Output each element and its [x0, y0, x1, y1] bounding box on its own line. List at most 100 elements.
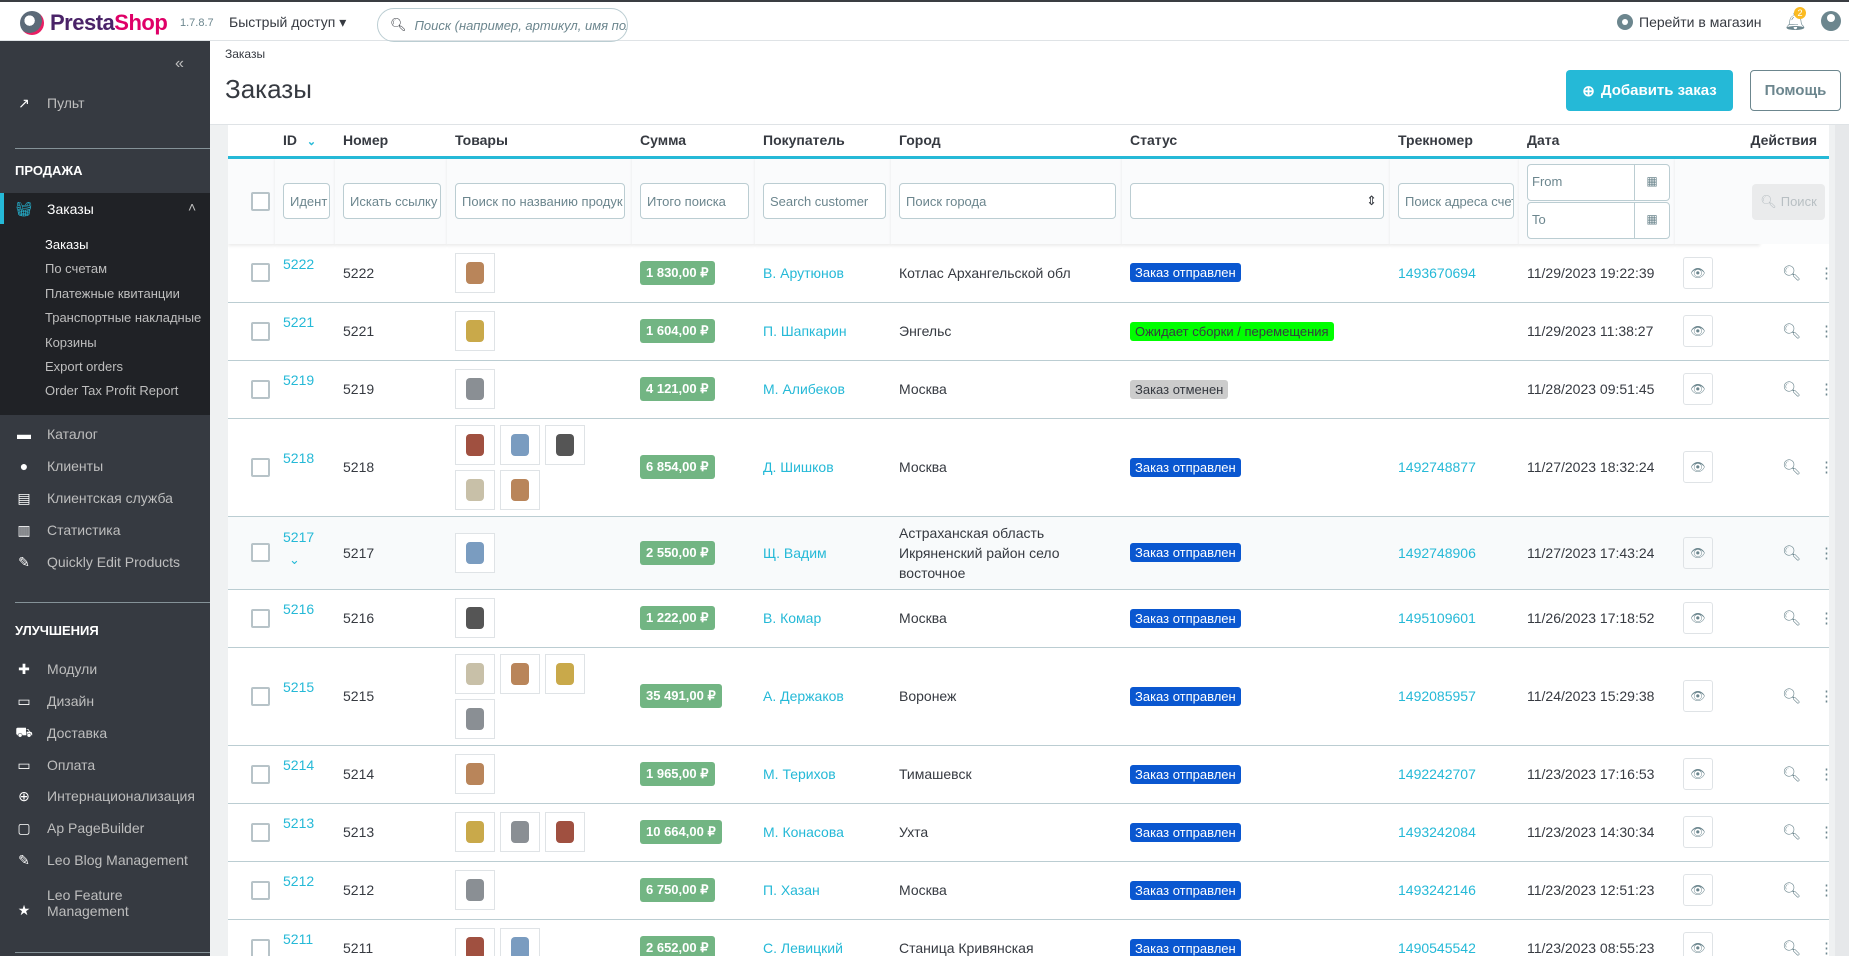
tracking-link[interactable]: 1492085957 [1398, 688, 1476, 704]
row-checkbox[interactable] [251, 457, 270, 477]
product-thumbnail[interactable] [500, 812, 540, 852]
sidebar-item-orders[interactable]: 🧺︎ Заказы [15, 198, 94, 220]
filter-tracking-input[interactable]: Поиск адреса счет [1398, 183, 1514, 220]
col-id[interactable]: ID ⌄ [275, 125, 335, 159]
customer-link[interactable]: А. Держаков [763, 688, 844, 704]
search-filter-button[interactable]: 🔍︎ Поиск [1752, 183, 1825, 220]
preview-button[interactable]: 👁︎ [1683, 315, 1713, 347]
product-thumbnail[interactable] [545, 424, 585, 465]
sidebar-item-stats[interactable]: ▥ Статистика [15, 519, 120, 541]
row-checkbox[interactable] [251, 321, 270, 341]
col-city[interactable]: Город [891, 125, 1122, 159]
select-all-checkbox[interactable] [251, 191, 270, 211]
filter-status-select[interactable]: ⇕ [1130, 183, 1384, 220]
product-thumbnail[interactable] [455, 653, 495, 694]
sidebar-item-quickly-edit-products[interactable]: ✎ Quickly Edit Products [15, 551, 180, 573]
more-vertical-icon[interactable]: ⋮ [1819, 322, 1829, 340]
view-zoom-icon[interactable]: 🔍︎ [1782, 609, 1801, 627]
order-id-link[interactable]: 5217 [283, 529, 335, 545]
customer-link[interactable]: М. Терихов [763, 766, 836, 782]
preview-button[interactable]: 👁︎ [1683, 932, 1713, 956]
product-thumbnail[interactable] [500, 653, 540, 694]
preview-button[interactable]: 👁︎ [1683, 373, 1713, 405]
tracking-link[interactable]: 1492748906 [1398, 545, 1476, 561]
filter-products-input[interactable]: Поиск по названию продук [455, 183, 625, 220]
tracking-link[interactable]: 1492748877 [1398, 459, 1476, 475]
table-row[interactable]: 5213 5213 10 664,00 ₽ М. Конасова Ухта З… [228, 803, 1829, 862]
row-checkbox[interactable] [251, 608, 270, 628]
status-badge[interactable]: Заказ отправлен [1130, 543, 1241, 562]
more-vertical-icon[interactable]: ⋮ [1819, 380, 1829, 398]
calendar-icon[interactable]: ▦ [1634, 202, 1669, 238]
view-zoom-icon[interactable]: 🔍︎ [1782, 765, 1801, 783]
more-vertical-icon[interactable]: ⋮ [1819, 687, 1829, 705]
row-checkbox[interactable] [251, 263, 270, 283]
row-checkbox[interactable] [251, 686, 270, 706]
tracking-link[interactable]: 1493242084 [1398, 824, 1476, 840]
product-thumbnail[interactable] [455, 928, 495, 956]
scrollbar[interactable] [1835, 125, 1849, 956]
filter-date-from[interactable]: From ▦ [1527, 163, 1670, 201]
sidebar-item-ap-pagebuilder[interactable]: ▢ Ap PageBuilder [15, 817, 144, 839]
col-date[interactable]: Дата [1519, 125, 1675, 159]
submenu-delivery-slips[interactable]: Транспортные накладные [45, 310, 201, 325]
quick-access-dropdown[interactable]: Быстрый доступ ▾ [229, 14, 346, 31]
product-thumbnail[interactable] [455, 754, 495, 794]
submenu-export-orders[interactable]: Export orders [45, 359, 123, 374]
customer-link[interactable]: П. Хазан [763, 882, 820, 898]
product-thumbnail[interactable] [455, 469, 495, 510]
add-order-button[interactable]: ⊕ Добавить заказ [1566, 70, 1733, 111]
product-thumbnail[interactable] [500, 928, 540, 956]
order-id-link[interactable]: 5215 [283, 679, 335, 695]
product-thumbnail[interactable] [455, 311, 495, 351]
status-badge[interactable]: Заказ отправлен [1130, 938, 1241, 956]
order-id-link[interactable]: 5214 [283, 757, 335, 773]
preview-button[interactable]: 👁︎ [1683, 874, 1713, 906]
sidebar-item-leo-blog[interactable]: ✎ Leo Blog Management [15, 849, 188, 871]
sidebar-item-catalog[interactable]: ▬ Каталог [15, 423, 98, 445]
calendar-icon[interactable]: ▦ [1634, 164, 1669, 200]
breadcrumb[interactable]: Заказы [225, 47, 265, 61]
view-zoom-icon[interactable]: 🔍︎ [1782, 264, 1801, 282]
user-avatar-icon[interactable] [1821, 11, 1841, 31]
preview-button[interactable]: 👁︎ [1683, 680, 1713, 712]
order-id-link[interactable]: 5213 [283, 815, 335, 831]
order-id-link[interactable]: 5218 [283, 450, 335, 466]
more-vertical-icon[interactable]: ⋮ [1819, 458, 1829, 476]
order-id-link[interactable]: 5219 [283, 372, 335, 388]
status-badge[interactable]: Заказ отправлен [1130, 608, 1241, 628]
view-zoom-icon[interactable]: 🔍︎ [1782, 939, 1801, 956]
sidebar-item-design[interactable]: ▭ Дизайн [15, 690, 94, 712]
col-customer[interactable]: Покупатель [755, 125, 891, 159]
customer-link[interactable]: В. Комар [763, 610, 821, 626]
tracking-link[interactable]: 1495109601 [1398, 610, 1476, 626]
status-badge[interactable]: Заказ отправлен [1130, 686, 1241, 706]
table-row[interactable]: 5215 5215 35 491,00 ₽ А. Держаков Вороне… [228, 647, 1829, 746]
collapse-sidebar-icon[interactable]: « [175, 55, 184, 73]
customer-link[interactable]: Щ. Вадим [763, 545, 827, 561]
view-zoom-icon[interactable]: 🔍︎ [1782, 687, 1801, 705]
view-zoom-icon[interactable]: 🔍︎ [1782, 544, 1801, 562]
status-badge[interactable]: Заказ отправлен [1130, 822, 1241, 842]
row-checkbox[interactable] [251, 764, 270, 784]
order-id-link[interactable]: 5222 [283, 256, 335, 272]
row-checkbox[interactable] [251, 543, 270, 562]
preview-button[interactable]: 👁︎ [1683, 758, 1713, 790]
submenu-order-tax-profit-report[interactable]: Order Tax Profit Report [45, 383, 178, 398]
tracking-link[interactable]: 1492242707 [1398, 766, 1476, 782]
col-total[interactable]: Сумма [632, 125, 755, 159]
table-row[interactable]: 5214 5214 1 965,00 ₽ М. Терихов Тимашевс… [228, 745, 1829, 804]
sort-desc-icon[interactable]: ⌄ [307, 136, 316, 148]
submenu-carts[interactable]: Корзины [45, 335, 97, 350]
order-id-link[interactable]: 5221 [283, 314, 335, 330]
product-thumbnail[interactable] [455, 532, 495, 573]
tracking-link[interactable]: 1490545542 [1398, 940, 1476, 956]
status-badge[interactable]: Заказ отправлен [1130, 263, 1241, 283]
more-vertical-icon[interactable]: ⋮ [1819, 939, 1829, 956]
status-badge[interactable]: Заказ отменен [1130, 379, 1229, 399]
view-zoom-icon[interactable]: 🔍︎ [1782, 823, 1801, 841]
col-status[interactable]: Статус [1122, 125, 1390, 159]
product-thumbnail[interactable] [455, 698, 495, 739]
preview-button[interactable]: 👁︎ [1683, 816, 1713, 848]
col-tracking[interactable]: Трекномер [1390, 125, 1519, 159]
